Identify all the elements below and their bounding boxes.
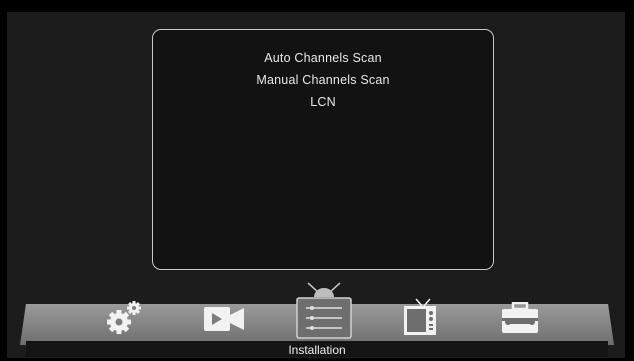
toolbox-icon bbox=[502, 302, 538, 333]
menu-item-lcn[interactable]: LCN bbox=[153, 91, 493, 113]
dock-item-tools[interactable] bbox=[500, 302, 540, 336]
dock-item-media[interactable] bbox=[201, 305, 247, 335]
installation-menu-panel: Auto Channels Scan Manual Channels Scan … bbox=[152, 29, 494, 270]
dock-item-installation[interactable] bbox=[294, 281, 354, 341]
gears-icon bbox=[107, 301, 141, 334]
selected-dock-label: Installation bbox=[288, 343, 346, 357]
dock-item-settings[interactable] bbox=[103, 298, 147, 338]
installation-menu-list: Auto Channels Scan Manual Channels Scan … bbox=[153, 30, 493, 113]
menu-item-manual-channels-scan[interactable]: Manual Channels Scan bbox=[153, 69, 493, 91]
tv-set-icon bbox=[404, 298, 436, 335]
dock-item-tv[interactable] bbox=[402, 297, 438, 337]
tv-list-icon bbox=[296, 282, 352, 339]
video-camera-icon bbox=[204, 307, 244, 331]
menu-item-auto-channels-scan[interactable]: Auto Channels Scan bbox=[153, 47, 493, 69]
